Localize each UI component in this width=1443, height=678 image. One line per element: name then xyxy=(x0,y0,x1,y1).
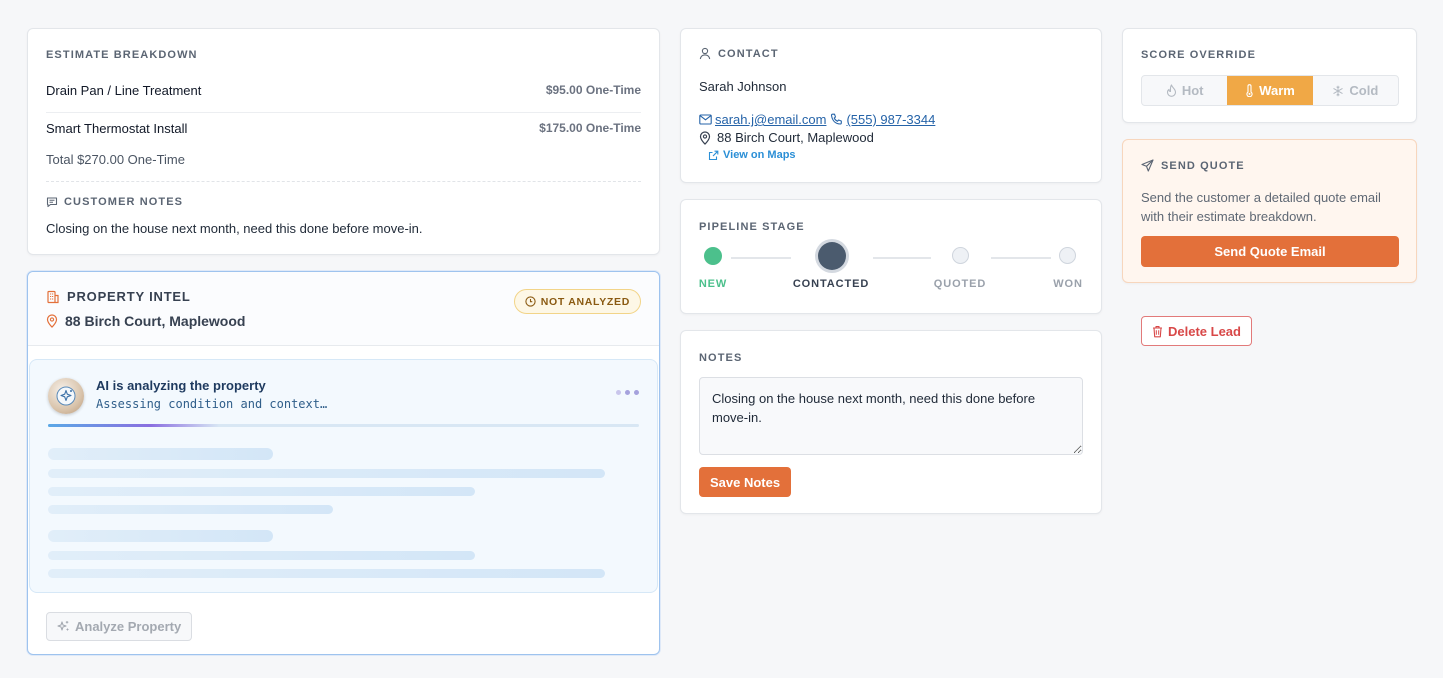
pipeline-stage-title: PIPELINE STAGE xyxy=(699,221,805,233)
estimate-total: Total $270.00 One-Time xyxy=(46,152,185,167)
property-intel-header: PROPERTY INTEL 88 Birch Court, Maplewood… xyxy=(28,272,659,346)
property-intel-title: PROPERTY INTEL xyxy=(46,289,191,304)
phone-link[interactable]: (555) 987-3344 xyxy=(830,112,935,127)
skeleton-line xyxy=(48,569,605,578)
score-cold-button[interactable]: Cold xyxy=(1313,76,1398,105)
status-badge-label: NOT ANALYZED xyxy=(540,295,630,308)
score-hot-button[interactable]: Hot xyxy=(1142,76,1227,105)
ai-progress-fill xyxy=(48,424,220,427)
stage-won-dot[interactable] xyxy=(1059,247,1076,264)
external-link-icon xyxy=(708,150,719,161)
map-pin-icon xyxy=(699,130,711,145)
phone-icon xyxy=(830,113,843,126)
pipeline-stage-card: PIPELINE STAGE NEW CONTACTED QUOTED WON xyxy=(680,199,1102,314)
user-icon xyxy=(699,47,711,60)
property-intel-card: PROPERTY INTEL 88 Birch Court, Maplewood… xyxy=(27,271,660,655)
stage-quoted-dot[interactable] xyxy=(952,247,969,264)
customer-notes-header: CUSTOMER NOTES xyxy=(46,196,183,208)
contact-links: sarah.j@email.com (555) 987-3344 xyxy=(699,112,935,127)
clock-icon xyxy=(525,296,536,307)
line-item-name: Drain Pan / Line Treatment xyxy=(46,83,202,98)
flame-icon xyxy=(1166,84,1177,97)
ai-analysis-status: Assessing condition and context… xyxy=(96,397,328,411)
phone-text: (555) 987-3344 xyxy=(846,112,936,127)
building-icon xyxy=(46,290,60,304)
stage-new-dot[interactable] xyxy=(704,247,722,265)
contact-title: CONTACT xyxy=(718,47,779,60)
message-icon xyxy=(46,196,58,208)
ai-analysis-title: AI is analyzing the property xyxy=(96,378,266,393)
view-on-maps-link[interactable]: View on Maps xyxy=(708,149,796,161)
view-on-maps-label: View on Maps xyxy=(723,149,796,161)
line-item-price: $175.00 One-Time xyxy=(539,121,641,135)
score-hot-label: Hot xyxy=(1181,83,1204,98)
score-override-card: SCORE OVERRIDE Hot Warm Cold xyxy=(1122,28,1417,123)
send-quote-header: SEND QUOTE xyxy=(1141,159,1245,172)
contact-address: 88 Birch Court, Maplewood xyxy=(699,130,874,145)
mail-icon xyxy=(699,114,712,125)
contact-name: Sarah Johnson xyxy=(699,79,787,94)
skeleton-line xyxy=(48,530,273,542)
notes-title: NOTES xyxy=(699,352,743,364)
stage-quoted-label: QUOTED xyxy=(933,278,987,290)
send-quote-description: Send the customer a detailed quote email… xyxy=(1141,190,1381,224)
score-warm-label: Warm xyxy=(1259,83,1295,98)
skeleton-line xyxy=(48,469,605,478)
stage-won-label: WON xyxy=(1053,278,1083,290)
skeleton-line xyxy=(48,448,273,460)
estimate-breakdown-title: ESTIMATE BREAKDOWN xyxy=(46,49,198,61)
notes-card: NOTES Closing on the house next month, n… xyxy=(680,330,1102,514)
stage-new-label: NEW xyxy=(698,278,728,290)
send-quote-card: SEND QUOTE Send the customer a detailed … xyxy=(1122,139,1417,283)
property-intel-title-text: PROPERTY INTEL xyxy=(67,289,191,304)
email-link[interactable]: sarah.j@email.com xyxy=(699,112,826,127)
notes-textarea[interactable]: Closing on the house next month, need th… xyxy=(699,377,1083,455)
analyze-property-label: Analyze Property xyxy=(75,619,182,634)
send-icon xyxy=(1141,159,1154,172)
save-notes-button[interactable]: Save Notes xyxy=(699,467,792,497)
line-item-price: $95.00 One-Time xyxy=(545,83,641,97)
ai-analysis-panel: AI is analyzing the property Assessing c… xyxy=(29,359,658,593)
trash-icon xyxy=(1152,325,1163,338)
send-quote-title: SEND QUOTE xyxy=(1161,159,1245,172)
skeleton-line xyxy=(48,487,475,496)
ai-progress-bar xyxy=(48,424,639,427)
ai-avatar-icon xyxy=(48,378,84,414)
stage-contacted-label: CONTACTED xyxy=(792,278,870,290)
snowflake-icon xyxy=(1332,85,1344,97)
property-address-text: 88 Birch Court, Maplewood xyxy=(65,313,246,329)
stage-connector xyxy=(731,257,791,259)
sparkles-icon xyxy=(57,620,70,633)
email-text: sarah.j@email.com xyxy=(715,112,827,127)
status-badge: NOT ANALYZED xyxy=(513,289,641,314)
loading-dots-icon xyxy=(616,390,639,395)
line-item: Drain Pan / Line Treatment $95.00 One-Ti… xyxy=(46,83,641,113)
stage-contacted-dot[interactable] xyxy=(818,242,846,270)
analyze-property-button[interactable]: Analyze Property xyxy=(46,612,193,641)
line-item-name: Smart Thermostat Install xyxy=(46,121,188,136)
line-item: Smart Thermostat Install $175.00 One-Tim… xyxy=(46,121,641,151)
score-toggle-group: Hot Warm Cold xyxy=(1141,75,1399,106)
divider xyxy=(46,181,641,182)
map-pin-icon xyxy=(46,314,58,328)
delete-lead-label: Delete Lead xyxy=(1168,323,1241,339)
contact-address-text: 88 Birch Court, Maplewood xyxy=(717,130,874,145)
stage-connector xyxy=(991,257,1051,259)
contact-card: CONTACT Sarah Johnson sarah.j@email.com … xyxy=(680,28,1102,183)
score-cold-label: Cold xyxy=(1349,83,1379,98)
delete-lead-button[interactable]: Delete Lead xyxy=(1141,316,1252,346)
contact-header: CONTACT xyxy=(699,47,779,60)
send-quote-email-button[interactable]: Send Quote Email xyxy=(1141,236,1399,267)
score-override-title: SCORE OVERRIDE xyxy=(1141,49,1257,61)
skeleton-line xyxy=(48,551,475,560)
skeleton-line xyxy=(48,505,333,514)
customer-notes-text: Closing on the house next month, need th… xyxy=(46,221,423,236)
property-address: 88 Birch Court, Maplewood xyxy=(46,313,245,329)
estimate-breakdown-card: ESTIMATE BREAKDOWN Drain Pan / Line Trea… xyxy=(27,28,660,255)
score-warm-button[interactable]: Warm xyxy=(1227,76,1313,105)
thermometer-icon xyxy=(1245,84,1254,97)
customer-notes-label: CUSTOMER NOTES xyxy=(64,196,184,208)
stage-connector xyxy=(873,257,931,259)
